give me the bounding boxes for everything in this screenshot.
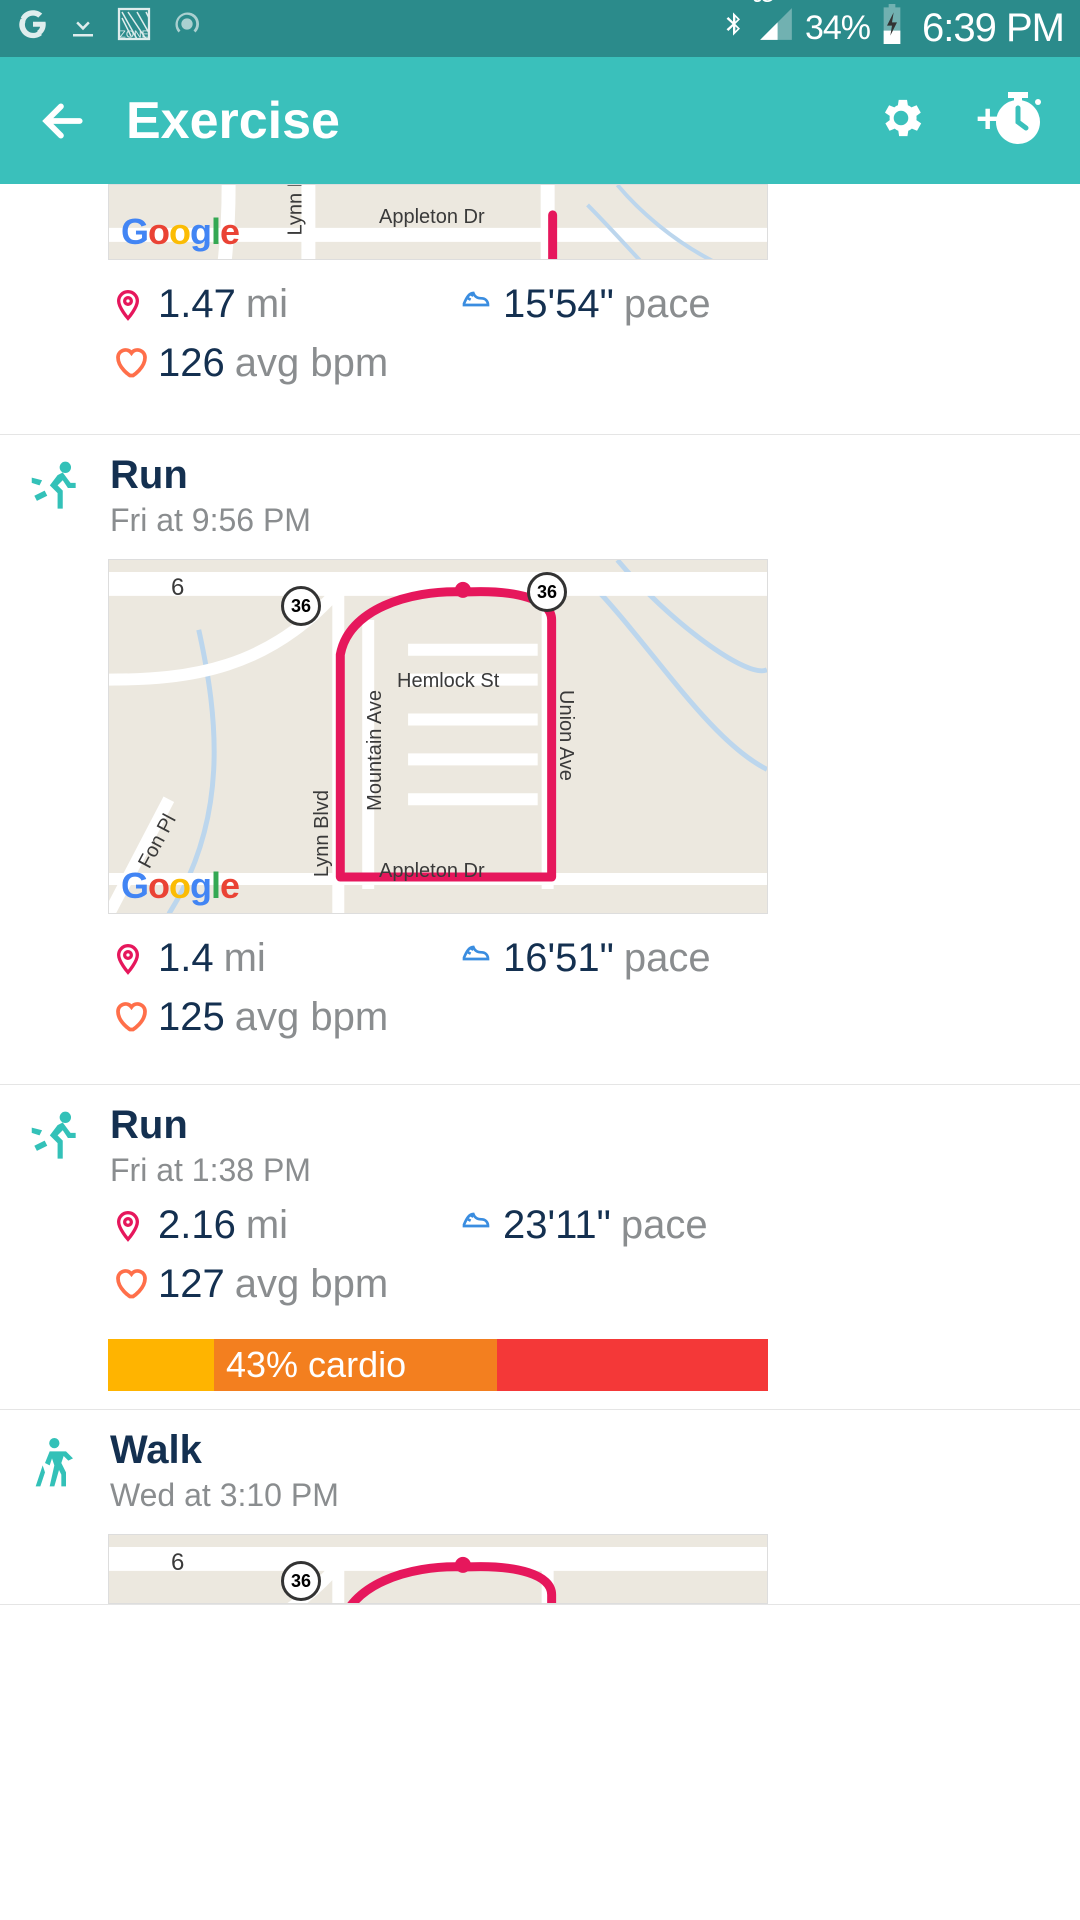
bpm-stat: 125avg bpm	[112, 995, 457, 1040]
route-shield: 36	[527, 572, 567, 612]
shoe-icon	[457, 939, 493, 979]
street-label: Appleton Dr	[379, 206, 485, 229]
exercise-title: Run	[110, 453, 311, 498]
exercise-stats: 1.47mi 15'54"pace 126avg bpm	[0, 260, 1080, 430]
back-button[interactable]	[38, 96, 88, 146]
pace-stat: 15'54"pace	[457, 282, 802, 327]
android-status-bar: ZONE 3G 34% 6:39 PM	[0, 0, 1080, 57]
exercise-stats: 1.4mi 16'51"pace 125avg bpm	[0, 914, 1080, 1084]
exercise-date: Fri at 9:56 PM	[110, 502, 311, 539]
exercise-item[interactable]: Run Fri at 9:56 PM 36 36 6 Hemlock St Ap…	[0, 435, 1080, 1085]
google-logo: Google	[121, 865, 239, 907]
exercise-list[interactable]: Appleton Dr Lynn Blvd Google 1.47mi 15'5…	[0, 184, 1080, 1920]
signal-icon: 3G	[757, 5, 795, 52]
route-shield: 36	[281, 586, 321, 626]
heart-icon	[112, 998, 148, 1038]
route-shield: 6	[171, 1549, 184, 1577]
heart-icon	[112, 1265, 148, 1305]
run-icon	[24, 1107, 86, 1169]
street-label: Lynn Blvd	[285, 184, 308, 236]
page-title: Exercise	[126, 91, 876, 151]
add-activity-button[interactable]: +	[972, 88, 1042, 153]
distance-stat: 1.4mi	[112, 936, 457, 981]
street-label: Union Ave	[554, 690, 577, 781]
shoe-icon	[457, 285, 493, 325]
bpm-stat: 126avg bpm	[112, 341, 457, 386]
zone-icon: ZONE	[116, 6, 152, 51]
battery-icon	[880, 4, 904, 53]
bpm-stat: 127avg bpm	[112, 1262, 457, 1307]
location-pin-icon	[112, 939, 148, 979]
cardio-label: 43% cardio	[226, 1339, 406, 1391]
run-icon	[24, 457, 86, 519]
google-logo: Google	[121, 211, 239, 253]
location-pin-icon	[112, 285, 148, 325]
exercise-item[interactable]: Run Fri at 1:38 PM 2.16mi 23'11"pace 127…	[0, 1085, 1080, 1410]
street-label: Mountain Ave	[364, 690, 387, 811]
distance-stat: 2.16mi	[112, 1203, 457, 1248]
street-label: Hemlock St	[397, 670, 499, 693]
location-pin-icon	[112, 1206, 148, 1246]
status-right-icons: 3G 34% 6:39 PM	[719, 4, 1064, 53]
route-shield: 6	[171, 574, 184, 602]
pace-stat: 23'11"pace	[457, 1203, 802, 1248]
shoe-icon	[457, 1206, 493, 1246]
exercise-title: Walk	[110, 1428, 339, 1473]
settings-button[interactable]	[876, 93, 926, 148]
app-bar: Exercise +	[0, 57, 1080, 184]
exercise-item[interactable]: Walk Wed at 3:10 PM 36 6	[0, 1410, 1080, 1605]
street-label: Lynn Blvd	[311, 790, 334, 877]
distance-stat: 1.47mi	[112, 282, 457, 327]
cardio-bar: 43% cardio	[108, 1339, 768, 1391]
exercise-date: Fri at 1:38 PM	[110, 1152, 311, 1189]
exercise-stats: 2.16mi 23'11"pace 127avg bpm	[0, 1189, 1080, 1339]
street-label: Appleton Dr	[379, 860, 485, 883]
route-map[interactable]: 36 6	[108, 1534, 768, 1604]
bluetooth-icon	[719, 4, 747, 53]
google-icon	[16, 7, 50, 50]
status-left-icons: ZONE	[16, 6, 204, 51]
status-time: 6:39 PM	[922, 6, 1064, 51]
walk-icon	[24, 1432, 86, 1494]
pace-stat: 16'51"pace	[457, 936, 802, 981]
route-shield: 36	[281, 1561, 321, 1601]
battery-percent: 34%	[805, 9, 870, 48]
broadcast-icon	[170, 7, 204, 50]
svg-text:ZONE: ZONE	[119, 29, 148, 41]
exercise-item[interactable]: Appleton Dr Lynn Blvd Google 1.47mi 15'5…	[0, 184, 1080, 435]
heart-icon	[112, 344, 148, 384]
download-icon	[68, 7, 98, 50]
svg-text:+: +	[976, 97, 999, 141]
route-map[interactable]: 36 36 6 Hemlock St Appleton Dr Union Ave…	[108, 559, 768, 914]
exercise-date: Wed at 3:10 PM	[110, 1477, 339, 1514]
route-map[interactable]: Appleton Dr Lynn Blvd Google	[108, 184, 768, 260]
exercise-title: Run	[110, 1103, 311, 1148]
